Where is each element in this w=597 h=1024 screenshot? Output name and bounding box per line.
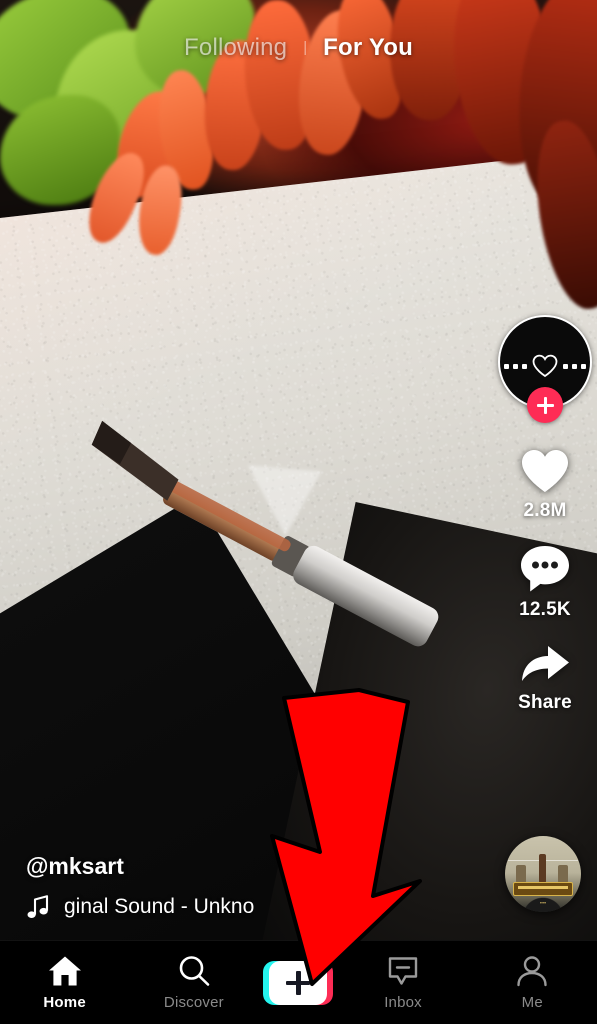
like-button[interactable]: 2.8M	[519, 447, 571, 522]
nav-item-discover[interactable]: Discover	[134, 955, 253, 1011]
create-button[interactable]	[263, 960, 334, 1005]
tab-following[interactable]: Following	[168, 34, 303, 62]
tiktok-app-screen: Following | For You 2.8M 12.5K Share •••…	[0, 0, 597, 1024]
username[interactable]: @mksart	[26, 853, 254, 880]
nav-label-me: Me	[521, 993, 543, 1011]
comment-button[interactable]: 12.5K	[519, 544, 571, 621]
comment-icon	[521, 546, 569, 592]
music-note-icon	[27, 895, 49, 918]
music-disc-artwork: •••	[505, 836, 581, 912]
follow-button[interactable]	[527, 387, 563, 423]
share-label: Share	[518, 692, 572, 713]
heart-outline-icon	[532, 354, 558, 378]
inbox-icon	[388, 956, 418, 985]
heart-icon	[522, 450, 568, 492]
disc-figure	[539, 854, 547, 884]
music-disc[interactable]: •••	[505, 836, 581, 912]
avatar-dots-left	[500, 363, 527, 369]
bottom-navigation-bar: Home Discover Inbox Me	[0, 940, 597, 1024]
nav-item-me[interactable]: Me	[473, 955, 592, 1011]
action-rail: 2.8M 12.5K Share	[493, 315, 597, 714]
comment-count: 12.5K	[519, 599, 571, 620]
share-arrow-icon	[522, 646, 569, 681]
tab-for-you[interactable]: For You	[307, 34, 429, 62]
nav-item-inbox[interactable]: Inbox	[343, 955, 462, 1011]
disc-figure	[558, 864, 569, 884]
nav-label-home: Home	[43, 993, 86, 1011]
top-tab-bar: Following | For You	[0, 0, 597, 95]
nav-label-discover: Discover	[163, 993, 224, 1011]
disc-footer-text: •••	[539, 900, 547, 907]
nav-label-inbox: Inbox	[384, 993, 422, 1011]
avatar-artwork	[500, 354, 590, 378]
music-row[interactable]: ginal Sound - Unkno	[26, 894, 254, 920]
video-caption: @mksart ginal Sound - Unkno	[26, 853, 254, 920]
avatar-with-follow	[496, 315, 594, 425]
disc-figure	[516, 864, 527, 884]
share-button[interactable]: Share	[518, 643, 572, 714]
music-title: ginal Sound - Unkno	[64, 895, 255, 918]
like-count: 2.8M	[523, 500, 567, 521]
avatar-dots-right	[563, 363, 590, 369]
person-icon	[517, 955, 547, 986]
search-icon	[179, 955, 210, 986]
disc-title-band	[512, 882, 574, 897]
plus-icon	[286, 970, 311, 995]
home-icon	[48, 956, 81, 985]
nav-item-home[interactable]: Home	[5, 955, 124, 1011]
